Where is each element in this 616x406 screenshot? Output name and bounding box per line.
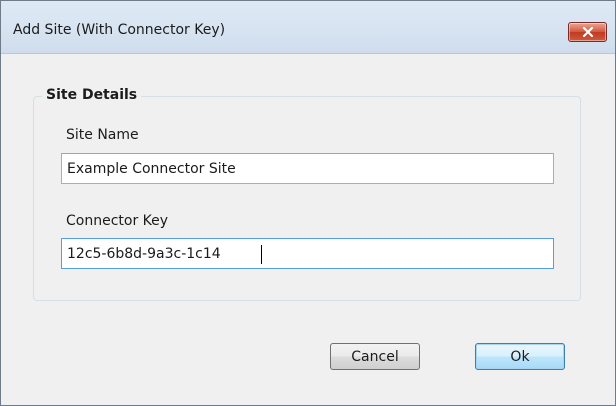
text-caret [261,245,262,264]
connector-key-field[interactable] [61,238,554,269]
site-name-label: Site Name [66,127,139,143]
window-title: Add Site (With Connector Key) [13,22,226,38]
group-title: Site Details [42,87,142,103]
site-details-group: Site Details Site Name Connector Key [33,87,581,301]
site-name-field[interactable] [61,153,554,184]
title-bar[interactable]: Add Site (With Connector Key) [1,1,615,54]
connector-key-label: Connector Key [66,213,169,229]
dialog-body: Site Details Site Name Connector Key Can… [1,54,615,405]
close-icon [582,27,594,37]
ok-button[interactable]: Ok [475,343,565,370]
close-button[interactable] [568,22,607,42]
site-name-input[interactable] [62,154,553,183]
cancel-button[interactable]: Cancel [330,343,420,370]
add-site-dialog: Add Site (With Connector Key) Site Detai… [0,0,616,406]
connector-key-input[interactable] [62,239,553,268]
